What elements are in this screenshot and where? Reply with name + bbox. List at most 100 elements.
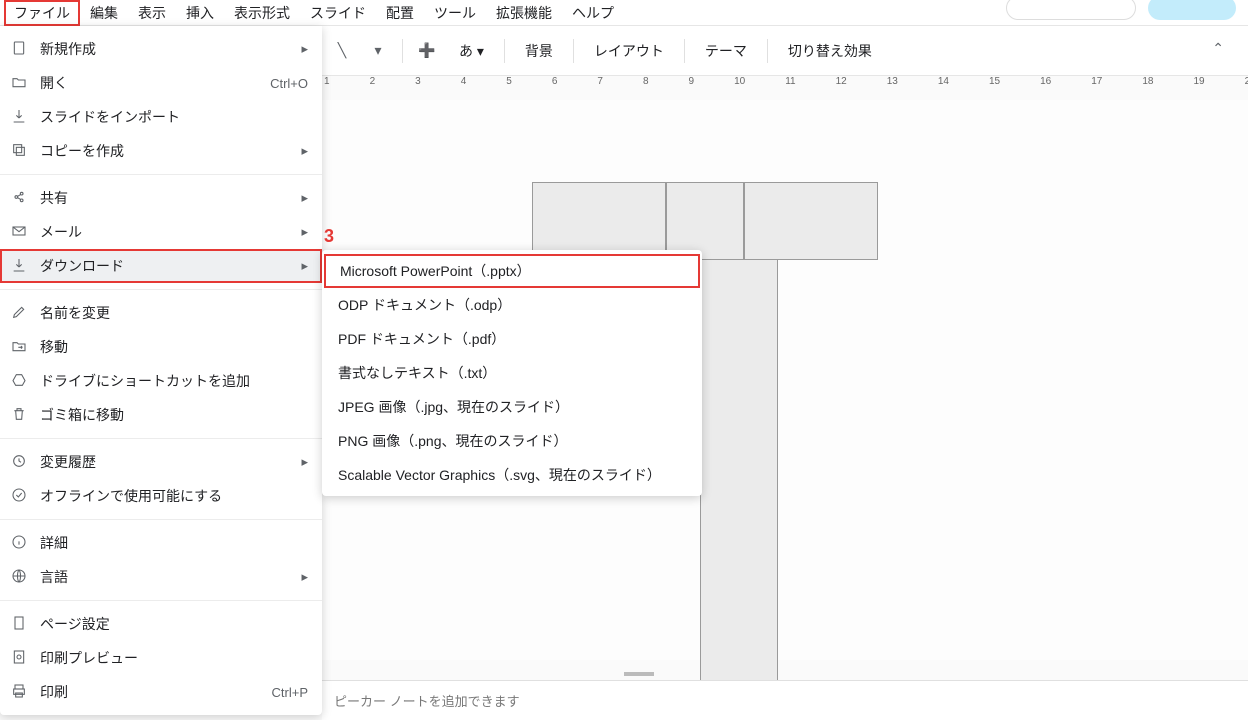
trash-icon xyxy=(10,406,28,425)
menu-arrange[interactable]: 配置 xyxy=(376,0,424,26)
file-menu-share[interactable]: 共有 ▸ xyxy=(0,181,322,215)
info-icon xyxy=(10,534,28,553)
file-menu-offline[interactable]: オフラインで使用可能にする xyxy=(0,479,322,513)
menu-format[interactable]: 表示形式 xyxy=(224,0,300,26)
file-menu-shortcut: ▸ xyxy=(301,190,308,206)
toolbar-divider xyxy=(402,39,403,63)
import-icon xyxy=(10,108,28,127)
download-option[interactable]: PDF ドキュメント（.pdf） xyxy=(322,322,702,356)
toolbar-divider xyxy=(767,39,768,63)
table-cell[interactable] xyxy=(532,182,666,260)
menu-bar: ファイル 編集 表示 挿入 表示形式 スライド 配置 ツール 拡張機能 ヘルプ xyxy=(0,0,1248,26)
file-menu-copy[interactable]: コピーを作成 ▸ xyxy=(0,134,322,168)
file-menu-shortcut: ▸ xyxy=(301,224,308,240)
file-menu-doc[interactable]: 新規作成▸ xyxy=(0,32,322,66)
collapse-toolbar-icon[interactable]: ⌃ xyxy=(1212,40,1224,57)
file-menu-print[interactable]: 印刷Ctrl+P xyxy=(0,675,322,709)
file-menu-mail[interactable]: メール ▸ xyxy=(0,215,322,249)
ruler-tick: 9 xyxy=(689,76,695,96)
menu-file[interactable]: ファイル xyxy=(4,0,80,26)
menu-separator xyxy=(0,519,322,520)
file-menu-label: メール xyxy=(40,222,289,242)
line-dropdown-icon[interactable]: ▾ xyxy=(366,42,390,59)
table-cell[interactable] xyxy=(744,182,878,260)
table-shape-column[interactable] xyxy=(700,260,778,688)
menu-help[interactable]: ヘルプ xyxy=(562,0,624,26)
search-pill[interactable] xyxy=(1006,0,1136,20)
download-option[interactable]: 書式なしテキスト（.txt） xyxy=(322,356,702,390)
download-icon xyxy=(10,257,28,276)
file-menu-label: 移動 xyxy=(40,337,296,357)
table-cell[interactable] xyxy=(666,182,744,260)
file-menu-label: 印刷 xyxy=(40,682,260,702)
input-tools-button[interactable]: あ ▾ xyxy=(451,37,492,65)
download-option[interactable]: PNG 画像（.png、現在のスライド） xyxy=(322,424,702,458)
toolbar-divider xyxy=(504,39,505,63)
file-menu-shortcut: ▸ xyxy=(301,41,308,57)
file-menu-shortcut: ▸ xyxy=(301,454,308,470)
line-tool-icon[interactable]: ╲ xyxy=(330,42,354,59)
ruler-tick: 8 xyxy=(643,76,649,96)
menu-separator xyxy=(0,438,322,439)
ruler-tick: 12 xyxy=(836,76,847,96)
background-button[interactable]: 背景 xyxy=(517,37,561,65)
transition-button[interactable]: 切り替え効果 xyxy=(780,37,880,65)
rename-icon xyxy=(10,304,28,323)
file-menu-drive[interactable]: ドライブにショートカットを追加 xyxy=(0,364,322,398)
table-shape-top[interactable] xyxy=(532,182,878,260)
ruler-tick: 20 xyxy=(1245,76,1248,96)
annotation-callout-3: 3 xyxy=(324,226,334,247)
move-icon xyxy=(10,338,28,357)
file-menu-import[interactable]: スライドをインポート xyxy=(0,100,322,134)
file-menu-label: 名前を変更 xyxy=(40,303,296,323)
ruler-tick: 19 xyxy=(1193,76,1204,96)
file-menu-preview[interactable]: 印刷プレビュー xyxy=(0,641,322,675)
folder-icon xyxy=(10,74,28,93)
ruler-tick: 1 xyxy=(324,76,330,96)
file-menu-move[interactable]: 移動 xyxy=(0,330,322,364)
textbox-icon[interactable]: ➕ xyxy=(415,42,439,59)
ruler-tick: 4 xyxy=(461,76,467,96)
ruler-tick: 11 xyxy=(785,76,795,96)
ruler-tick: 10 xyxy=(734,76,745,96)
file-menu-label: 詳細 xyxy=(40,533,296,553)
download-option[interactable]: ODP ドキュメント（.odp） xyxy=(322,288,702,322)
menu-extensions[interactable]: 拡張機能 xyxy=(486,0,562,26)
file-menu-shortcut: ▸ xyxy=(301,258,308,274)
file-menu-folder[interactable]: 開くCtrl+O xyxy=(0,66,322,100)
file-menu-label: ページ設定 xyxy=(40,614,296,634)
download-option[interactable]: JPEG 画像（.jpg、現在のスライド） xyxy=(322,390,702,424)
file-menu-history[interactable]: 変更履歴▸ xyxy=(0,445,322,479)
file-menu-page[interactable]: ページ設定 xyxy=(0,607,322,641)
file-menu-info[interactable]: 詳細 xyxy=(0,526,322,560)
share-pill-button[interactable] xyxy=(1148,0,1236,20)
menu-slide[interactable]: スライド xyxy=(300,0,376,26)
download-option[interactable]: Scalable Vector Graphics（.svg、現在のスライド） xyxy=(322,458,702,492)
file-menu-label: ゴミ箱に移動 xyxy=(40,405,296,425)
file-menu-trash[interactable]: ゴミ箱に移動 xyxy=(0,398,322,432)
speaker-notes[interactable]: ピーカー ノートを追加できます xyxy=(322,680,1248,720)
layout-button[interactable]: レイアウト xyxy=(586,37,672,65)
ruler-tick: 13 xyxy=(887,76,898,96)
toolbar-divider xyxy=(684,39,685,63)
file-menu-shortcut: ▸ xyxy=(301,143,308,159)
menu-insert[interactable]: 挿入 xyxy=(176,0,224,26)
file-menu-label: コピーを作成 xyxy=(40,141,289,161)
ruler-tick: 3 xyxy=(415,76,421,96)
file-menu-label: 共有 xyxy=(40,188,289,208)
file-menu-label: 開く xyxy=(40,73,258,93)
menu-tools[interactable]: ツール xyxy=(424,0,486,26)
menu-view[interactable]: 表示 xyxy=(128,0,176,26)
menu-edit[interactable]: 編集 xyxy=(80,0,128,26)
file-menu-rename[interactable]: 名前を変更 xyxy=(0,296,322,330)
file-menu-label: オフラインで使用可能にする xyxy=(40,486,296,506)
file-menu-globe[interactable]: 言語▸ xyxy=(0,560,322,594)
doc-icon xyxy=(10,40,28,59)
theme-button[interactable]: テーマ xyxy=(697,37,755,65)
file-menu-download[interactable]: ダウンロード▸ xyxy=(0,249,322,283)
globe-icon xyxy=(10,568,28,587)
notes-resize-handle[interactable] xyxy=(624,672,654,676)
download-option[interactable]: Microsoft PowerPoint（.pptx） xyxy=(324,254,700,288)
ruler-tick: 7 xyxy=(597,76,603,96)
preview-icon xyxy=(10,649,28,668)
